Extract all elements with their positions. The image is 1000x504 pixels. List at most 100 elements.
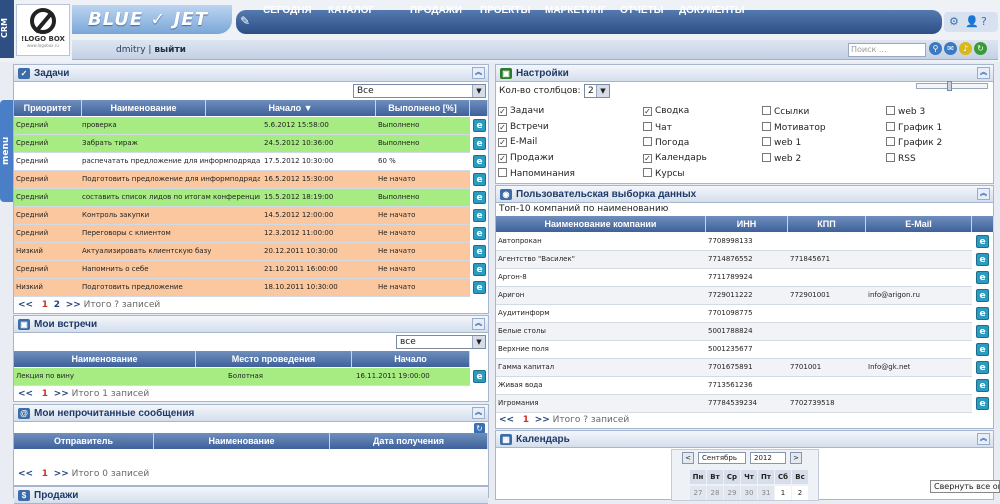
year-select[interactable]: 2012 bbox=[750, 452, 786, 464]
current-page[interactable]: 1 bbox=[42, 469, 48, 479]
table-row[interactable]: Средний проверка 5.6.2012 15:58:00 Выполнен… bbox=[14, 117, 470, 135]
checked-box-icon[interactable]: ✓ bbox=[643, 153, 652, 163]
prev-page-link[interactable]: << bbox=[18, 389, 33, 399]
messages-col-header[interactable]: Отправитель bbox=[14, 433, 154, 449]
checkbox-13[interactable]: ✓ Продажи bbox=[498, 153, 554, 163]
edit-icon[interactable]: e bbox=[976, 307, 989, 320]
edit-icon[interactable]: e bbox=[473, 245, 486, 258]
unchecked-box-icon[interactable] bbox=[643, 121, 652, 131]
edit-icon[interactable]: e bbox=[473, 370, 486, 383]
cols-select[interactable]: 2 bbox=[584, 84, 610, 98]
mail-icon[interactable]: ✉ bbox=[944, 42, 957, 55]
edit-icon[interactable]: e bbox=[976, 253, 989, 266]
checkbox-5[interactable]: ✓ Встречи bbox=[498, 122, 549, 132]
logout-link[interactable]: выйти bbox=[154, 45, 186, 55]
checkbox-10[interactable]: Погода bbox=[643, 137, 689, 148]
meetings-filter-select[interactable]: все bbox=[396, 335, 486, 349]
edit-icon[interactable]: e bbox=[976, 271, 989, 284]
meetings-col-header[interactable]: Начало bbox=[352, 351, 470, 367]
table-row[interactable]: Средний Забрать тираж 24.5.2012 10:36:00 Вы… bbox=[14, 135, 470, 153]
checkbox-15[interactable]: web 2 bbox=[762, 152, 801, 164]
search-input[interactable]: Поиск ... bbox=[848, 43, 926, 57]
edit-icon[interactable]: e bbox=[473, 281, 486, 294]
page-2-link[interactable]: 2 bbox=[54, 300, 60, 310]
custom-col-header[interactable]: E-Mail bbox=[866, 216, 972, 232]
current-page[interactable]: 1 bbox=[523, 415, 529, 425]
table-row[interactable]: Аригон 7729011222 772901001 info@arigon.ru bbox=[496, 287, 972, 305]
messages-col-header[interactable]: Дата получения bbox=[330, 433, 488, 449]
checkbox-2[interactable]: ✓ Сводка bbox=[643, 106, 689, 116]
unchecked-box-icon[interactable] bbox=[886, 152, 895, 162]
checkbox-12[interactable]: График 2 bbox=[886, 137, 942, 148]
meetings-col-header[interactable]: Наименование bbox=[14, 351, 196, 367]
gear-icon[interactable]: ⚙ bbox=[949, 15, 959, 28]
unchecked-box-icon[interactable] bbox=[762, 106, 771, 115]
table-row[interactable]: Автопрокан 7708998133 bbox=[496, 233, 972, 251]
nav-item-3[interactable]: ПРОДАЖИ bbox=[410, 5, 462, 16]
table-row[interactable]: Живая вода 7713561236 bbox=[496, 377, 972, 395]
calendar-day[interactable]: 1 bbox=[775, 486, 791, 500]
unchecked-box-icon[interactable] bbox=[643, 137, 652, 146]
table-row[interactable]: Аудитинформ 7701098775 bbox=[496, 305, 972, 323]
custom-col-header[interactable]: ИНН bbox=[706, 216, 788, 232]
checked-box-icon[interactable]: ✓ bbox=[498, 138, 507, 147]
unchecked-box-icon[interactable] bbox=[498, 168, 507, 177]
search-icon[interactable]: ⚲ bbox=[929, 42, 942, 55]
checkbox-14[interactable]: ✓ Календарь bbox=[643, 153, 707, 163]
edit-icon[interactable]: e bbox=[473, 227, 486, 240]
meetings-col-header[interactable]: Место проведения bbox=[196, 351, 352, 367]
checkbox-7[interactable]: Мотиватор bbox=[762, 121, 826, 133]
checkbox-17[interactable]: Напоминания bbox=[498, 168, 575, 179]
table-row[interactable]: Средний составить список лидов по итогам … bbox=[14, 189, 470, 207]
table-row[interactable]: Лекция по вину Болотная 16.11.2011 19:00:0… bbox=[14, 368, 470, 386]
next-page-link[interactable]: >> bbox=[54, 469, 69, 479]
custom-col-header[interactable]: Наименование компании bbox=[496, 216, 706, 232]
checked-box-icon[interactable]: ✓ bbox=[498, 122, 507, 132]
month-select[interactable]: Сентябрь bbox=[698, 452, 746, 464]
edit-icon[interactable]: e bbox=[976, 289, 989, 302]
side-menu-tab[interactable]: menu bbox=[0, 100, 13, 202]
edit-icon[interactable]: e bbox=[473, 191, 486, 204]
calendar-day[interactable]: 29 bbox=[724, 486, 740, 500]
checked-box-icon[interactable]: ✓ bbox=[498, 153, 507, 163]
next-page-link[interactable]: >> bbox=[66, 300, 81, 310]
width-slider[interactable] bbox=[916, 81, 988, 91]
calendar-day[interactable]: 31 bbox=[758, 486, 774, 500]
unchecked-box-icon[interactable] bbox=[643, 168, 652, 177]
checkbox-16[interactable]: RSS bbox=[886, 152, 916, 164]
unchecked-box-icon[interactable] bbox=[886, 137, 895, 146]
table-row[interactable]: Низкий Актуализировать клиентскую базу 20.… bbox=[14, 243, 470, 261]
unchecked-box-icon[interactable] bbox=[886, 106, 895, 115]
table-row[interactable]: Средний Напомнить о себе 21.10.2011 16:00:… bbox=[14, 261, 470, 279]
edit-icon[interactable]: e bbox=[976, 397, 989, 410]
tasks-filter-select[interactable]: Все bbox=[353, 84, 486, 98]
prev-month-button[interactable]: < bbox=[682, 452, 694, 464]
collapse-icon[interactable]: ︽ bbox=[472, 67, 485, 79]
edit-icon[interactable]: e bbox=[976, 361, 989, 374]
edit-icon[interactable]: e bbox=[473, 137, 486, 150]
checkbox-3[interactable]: Ссылки bbox=[762, 106, 809, 117]
nav-item-1[interactable]: СЕГОДНЯ bbox=[263, 5, 312, 16]
edit-icon[interactable]: e bbox=[976, 379, 989, 392]
collapse-icon[interactable]: ︽ bbox=[977, 433, 990, 445]
edit-icon[interactable]: e bbox=[473, 119, 486, 132]
table-row[interactable]: Агентство "Василек" 7714876552 771845671 bbox=[496, 251, 972, 269]
collapse-icon[interactable]: ︽ bbox=[472, 407, 485, 419]
edit-icon[interactable]: e bbox=[976, 343, 989, 356]
calendar-day[interactable]: 2 bbox=[792, 486, 808, 500]
edit-icon[interactable]: e bbox=[473, 263, 486, 276]
collapse-icon[interactable]: ︽ bbox=[977, 67, 990, 79]
checkbox-9[interactable]: ✓ E-Mail bbox=[498, 137, 537, 147]
table-row[interactable]: Гамма капитал 7701675891 7701001 Info@gk.ne… bbox=[496, 359, 972, 377]
unchecked-box-icon[interactable] bbox=[886, 121, 895, 131]
logo[interactable]: !LOGO BOX www.logobox.ru bbox=[16, 4, 70, 56]
checked-box-icon[interactable]: ✓ bbox=[498, 107, 507, 116]
table-row[interactable]: Верхние поля 5001235677 bbox=[496, 341, 972, 359]
unchecked-box-icon[interactable] bbox=[762, 137, 771, 146]
user-icon[interactable]: 👤 bbox=[965, 15, 979, 28]
table-row[interactable]: Аргон-8 7711789924 bbox=[496, 269, 972, 287]
tasks-col-header[interactable]: Наименование bbox=[82, 100, 206, 116]
collapse-icon[interactable]: ︽ bbox=[977, 188, 990, 200]
refresh-icon[interactable]: ↻ bbox=[974, 42, 987, 55]
checkbox-18[interactable]: Курсы bbox=[643, 168, 684, 179]
